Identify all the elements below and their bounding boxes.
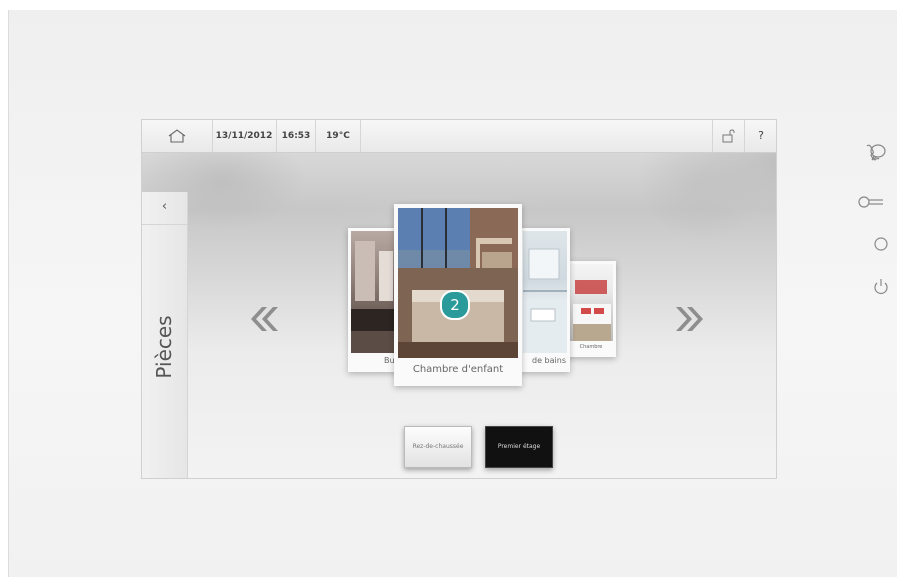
side-panel: ‹ Pièces [142, 192, 188, 478]
room-photo [523, 231, 567, 353]
home-button[interactable] [142, 120, 213, 152]
touch-screen: 13/11/2012 16:53 19°C ? ‹ Pièces Chambre… [142, 120, 776, 478]
temperature-display: 19°C [316, 120, 361, 152]
room-card-3[interactable]: de bains [520, 228, 570, 372]
previous-button[interactable] [246, 302, 280, 340]
status-bar: 13/11/2012 16:53 19°C ? [142, 120, 776, 153]
date-display: 13/11/2012 [212, 120, 277, 152]
floor-first-button[interactable]: Premier étage [485, 426, 553, 468]
circle-icon[interactable] [869, 232, 895, 256]
home-icon [168, 129, 186, 143]
room-photo [351, 231, 397, 353]
section-title: Pièces [152, 315, 176, 379]
back-button[interactable]: ‹ [142, 192, 187, 225]
room-card-1[interactable]: Bu [348, 228, 400, 372]
room-photo [569, 264, 613, 341]
room-label: Chambre d'enfant [412, 364, 504, 375]
room-card-2-selected[interactable]: 2 Chambre d'enfant [394, 204, 522, 386]
double-chevron-left-icon [251, 307, 278, 331]
room-label: Chambre [579, 344, 603, 350]
room-label: de bains [532, 356, 566, 365]
next-button[interactable] [674, 302, 708, 340]
help-button[interactable]: ? [744, 120, 776, 152]
room-badge: 2 [440, 290, 470, 320]
unlock-icon [722, 129, 735, 143]
key-icon[interactable] [857, 190, 883, 214]
time-display: 16:53 [277, 120, 316, 152]
room-card-4[interactable]: Chambre [566, 261, 616, 357]
power-icon[interactable] [869, 275, 895, 299]
voice-call-icon[interactable] [857, 142, 886, 166]
lock-button[interactable] [712, 120, 745, 152]
double-chevron-right-icon [676, 307, 703, 331]
room-photo [398, 208, 518, 358]
room-label: Bu [384, 356, 395, 365]
floor-ground-button[interactable]: Rez-de-chaussée [404, 426, 472, 468]
